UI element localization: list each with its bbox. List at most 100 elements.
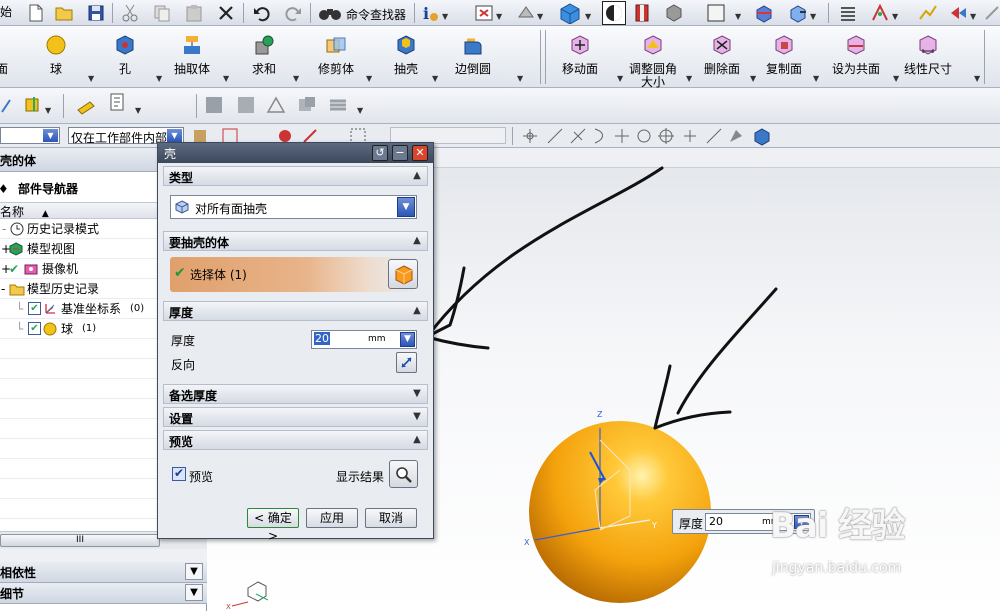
linear-dimension-command[interactable]: 线性尺寸 [896, 34, 960, 77]
close-icon[interactable]: ✕ [412, 145, 428, 161]
open-folder-icon[interactable] [54, 3, 74, 23]
menu-start-icon[interactable]: 始 [0, 3, 20, 23]
snap-point-9-icon[interactable] [704, 126, 724, 146]
snap-point-5-icon[interactable] [612, 126, 632, 146]
ok-button[interactable]: < 确定 > [247, 508, 299, 543]
thickness-value: 20 [314, 332, 330, 345]
green-check-icon: ✔ [174, 265, 186, 281]
section-body-to-shell[interactable]: 要抽壳的体 ▲ [163, 231, 428, 251]
unite-label: 求和 [251, 62, 276, 76]
snap-icon[interactable] [870, 3, 890, 23]
chevron-up-icon[interactable]: ▲ [407, 431, 427, 449]
spin-down-icon[interactable]: ▼ [400, 332, 415, 347]
datum-icon[interactable] [22, 95, 42, 115]
dialog-titlebar[interactable]: 壳 ↺ − ✕ [158, 143, 433, 163]
resize-blend-label2: 大小 [640, 75, 665, 89]
copy-icon[interactable] [152, 3, 172, 23]
snap-point-11-icon[interactable] [752, 126, 772, 146]
undo-icon[interactable] [252, 3, 272, 23]
section-view-icon[interactable] [632, 3, 652, 23]
motion-icon[interactable] [948, 3, 968, 23]
perspective-icon[interactable] [516, 3, 536, 23]
cancel-button[interactable]: 取消 [365, 508, 417, 528]
orange-cube-icon [395, 265, 413, 285]
trim-body-command[interactable]: 修剪体 [304, 34, 368, 77]
chevron-down-icon[interactable]: ▼ [185, 563, 203, 580]
type-filter-dropdown[interactable]: ▼ [0, 127, 60, 144]
dependencies-panel-header[interactable]: 相依性 ▼ [0, 562, 207, 583]
save-icon[interactable] [86, 3, 106, 23]
hole-command[interactable]: 孔 [93, 34, 157, 77]
edge-blend-command[interactable]: 边倒圆 [441, 34, 505, 77]
section-preview[interactable]: 预览 ▲ [163, 430, 428, 450]
dropdown-arrow-icon[interactable]: ▼ [397, 197, 415, 217]
section-type[interactable]: 类型 ▲ [163, 166, 428, 186]
binoculars-icon [319, 9, 341, 20]
move-face-command[interactable]: 移动面 [548, 34, 612, 77]
snap-point-7-icon[interactable] [656, 126, 676, 146]
fit-view-icon[interactable] [474, 3, 494, 23]
wcs-icon[interactable] [788, 3, 808, 23]
resize-blend-command[interactable]: 调整圆角 大小 [620, 34, 686, 94]
select-body-button[interactable] [388, 259, 418, 289]
background-icon[interactable] [706, 3, 726, 23]
delete-icon[interactable] [216, 3, 236, 23]
snap-point-10-icon[interactable] [726, 126, 746, 146]
edge-display-icon[interactable] [602, 1, 626, 25]
watermark-sub: jingyan.baidu.com [772, 560, 902, 576]
details-panel-header[interactable]: 细节 ▼ [0, 583, 207, 604]
preview-checkbox[interactable]: ✔ [172, 466, 186, 481]
snap-point-8-icon[interactable] [680, 126, 700, 146]
apply-button[interactable]: 应用 [306, 508, 358, 528]
snap-point-1-icon[interactable] [520, 126, 540, 146]
show-result-button[interactable] [389, 460, 418, 488]
select-body-row[interactable]: ✔ 选择体 (1) [170, 257, 417, 292]
delete-face-command[interactable]: 删除面 [690, 34, 754, 77]
snap-point-4-icon[interactable] [590, 126, 610, 146]
new-file-icon[interactable] [26, 3, 46, 23]
unite-command[interactable]: 求和 [232, 34, 296, 77]
analysis-icon[interactable] [918, 3, 938, 23]
redo-icon[interactable] [283, 3, 303, 23]
minimize-icon[interactable]: − [392, 145, 408, 161]
chevron-up-icon[interactable]: ▲ [407, 302, 427, 320]
orient-icon[interactable] [754, 3, 774, 23]
sphere-command[interactable]: 球 [24, 34, 88, 77]
chevron-up-icon[interactable]: ▲ [407, 167, 427, 185]
section-alternate-thickness[interactable]: 备选厚度 ▼ [163, 384, 428, 404]
box-view-icon[interactable] [664, 3, 684, 23]
snap-point-2-icon[interactable] [545, 126, 565, 146]
layers-icon[interactable] [838, 3, 858, 23]
checkbox-checked-icon[interactable]: ✔ [28, 322, 41, 335]
make-coplanar-command[interactable]: 设为共面 [824, 34, 888, 77]
thickness-input[interactable]: 20 mm ▼ [311, 330, 417, 349]
section-settings[interactable]: 设置 ▼ [163, 407, 428, 427]
reset-icon[interactable]: ↺ [372, 145, 388, 161]
shaded-cube-icon[interactable] [558, 2, 582, 24]
type-dropdown[interactable]: 对所有面抽壳 ▼ [170, 195, 417, 219]
extra-icon[interactable] [982, 3, 1000, 23]
chevron-down-icon[interactable]: ▼ [407, 408, 427, 426]
navigator-pin-icon[interactable]: ♦ [0, 182, 9, 196]
shell-all-faces-icon [175, 200, 189, 214]
cut-icon[interactable] [120, 3, 140, 23]
snap-point-6-icon[interactable] [634, 126, 654, 146]
command-finder-button[interactable]: 命令查找器 [318, 2, 412, 24]
chevron-down-icon[interactable]: ▼ [185, 584, 203, 601]
snap-point-3-icon[interactable] [568, 126, 588, 146]
paste-icon[interactable] [184, 3, 204, 23]
checkbox-checked-icon[interactable]: ✔ [28, 302, 41, 315]
section-thickness[interactable]: 厚度 ▲ [163, 301, 428, 321]
chevron-up-icon[interactable]: ▲ [407, 232, 427, 250]
info-icon[interactable]: i [420, 3, 440, 23]
sketch-icon[interactable] [76, 96, 96, 116]
reverse-direction-button[interactable] [396, 352, 417, 373]
gray-tool-1-icon [206, 97, 222, 113]
point-icon[interactable] [0, 96, 20, 116]
copy-face-command[interactable]: 复制面 [752, 34, 816, 77]
chevron-down-icon[interactable]: ▼ [407, 385, 427, 403]
document-icon[interactable] [108, 92, 128, 112]
extract-body-command[interactable]: 抽取体 [160, 34, 224, 77]
scroll-thumb[interactable]: III [0, 534, 160, 547]
shell-command[interactable]: 抽壳 [374, 34, 438, 77]
